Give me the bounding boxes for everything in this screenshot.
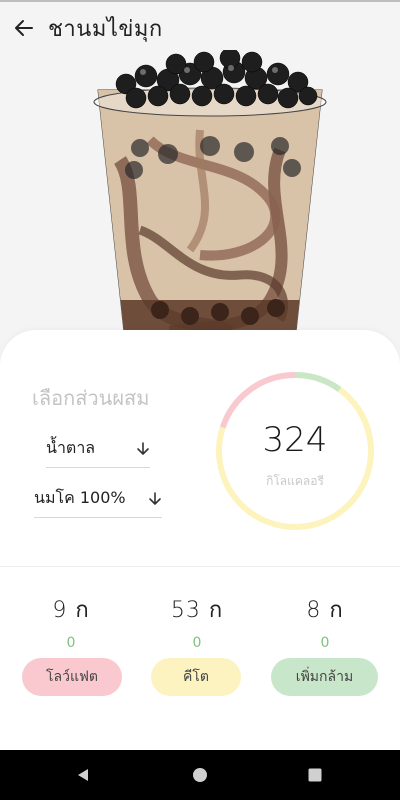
app-bar: ชานมไข่มุก bbox=[0, 2, 400, 54]
macro-sub: 0 bbox=[66, 635, 76, 651]
muscle-gain-tag-button[interactable]: เพิ่มกล้าม bbox=[271, 658, 378, 696]
arrow-left-icon bbox=[15, 20, 33, 36]
nutrition-card: เลือกส่วนผสม น้ำตาล นมโค 100% 324 กิโลแค… bbox=[0, 330, 400, 750]
low-fat-tag-button[interactable]: โลว์แฟต bbox=[22, 658, 122, 696]
macro-sub: 0 bbox=[320, 635, 330, 651]
sugar-select-value: น้ำตาล bbox=[46, 438, 96, 457]
section-divider bbox=[0, 566, 400, 567]
bubble-tea-illustration bbox=[80, 47, 340, 340]
ring-segment-1 bbox=[294, 372, 342, 392]
calorie-unit: กิโลแคลอรี bbox=[266, 474, 324, 488]
nav-recents-button[interactable] bbox=[290, 750, 340, 800]
arrow-down-icon bbox=[137, 441, 149, 455]
calorie-value: 324 bbox=[262, 420, 328, 460]
nav-recents-square-icon bbox=[308, 768, 322, 782]
macro-fat: 9 ก 0 bbox=[16, 592, 126, 651]
macro-amount: 8 ก bbox=[306, 598, 344, 623]
keto-tag-button[interactable]: คีโต bbox=[151, 658, 241, 696]
arrow-down-icon bbox=[149, 491, 161, 505]
macro-carbs: 53 ก 0 bbox=[142, 592, 252, 651]
macro-amount: 9 ก bbox=[52, 598, 90, 623]
page-title: ชานมไข่มุก bbox=[48, 16, 163, 42]
macro-amount: 53 ก bbox=[170, 598, 224, 623]
nav-back-button[interactable] bbox=[58, 750, 108, 800]
macro-sub: 0 bbox=[192, 635, 202, 651]
mix-heading: เลือกส่วนผสม bbox=[32, 386, 150, 410]
system-nav-bar bbox=[0, 750, 400, 800]
macro-protein: 8 ก 0 bbox=[270, 592, 380, 651]
back-button[interactable] bbox=[0, 4, 48, 52]
sugar-select[interactable]: น้ำตาล bbox=[46, 436, 150, 468]
milk-select-value: นมโค 100% bbox=[34, 488, 126, 507]
nav-home-button[interactable] bbox=[175, 750, 225, 800]
nav-home-circle-icon bbox=[193, 768, 207, 782]
calorie-ring: 324 กิโลแคลอรี bbox=[212, 368, 378, 534]
nav-back-triangle-icon bbox=[78, 769, 88, 781]
milk-select[interactable]: นมโค 100% bbox=[34, 486, 162, 518]
